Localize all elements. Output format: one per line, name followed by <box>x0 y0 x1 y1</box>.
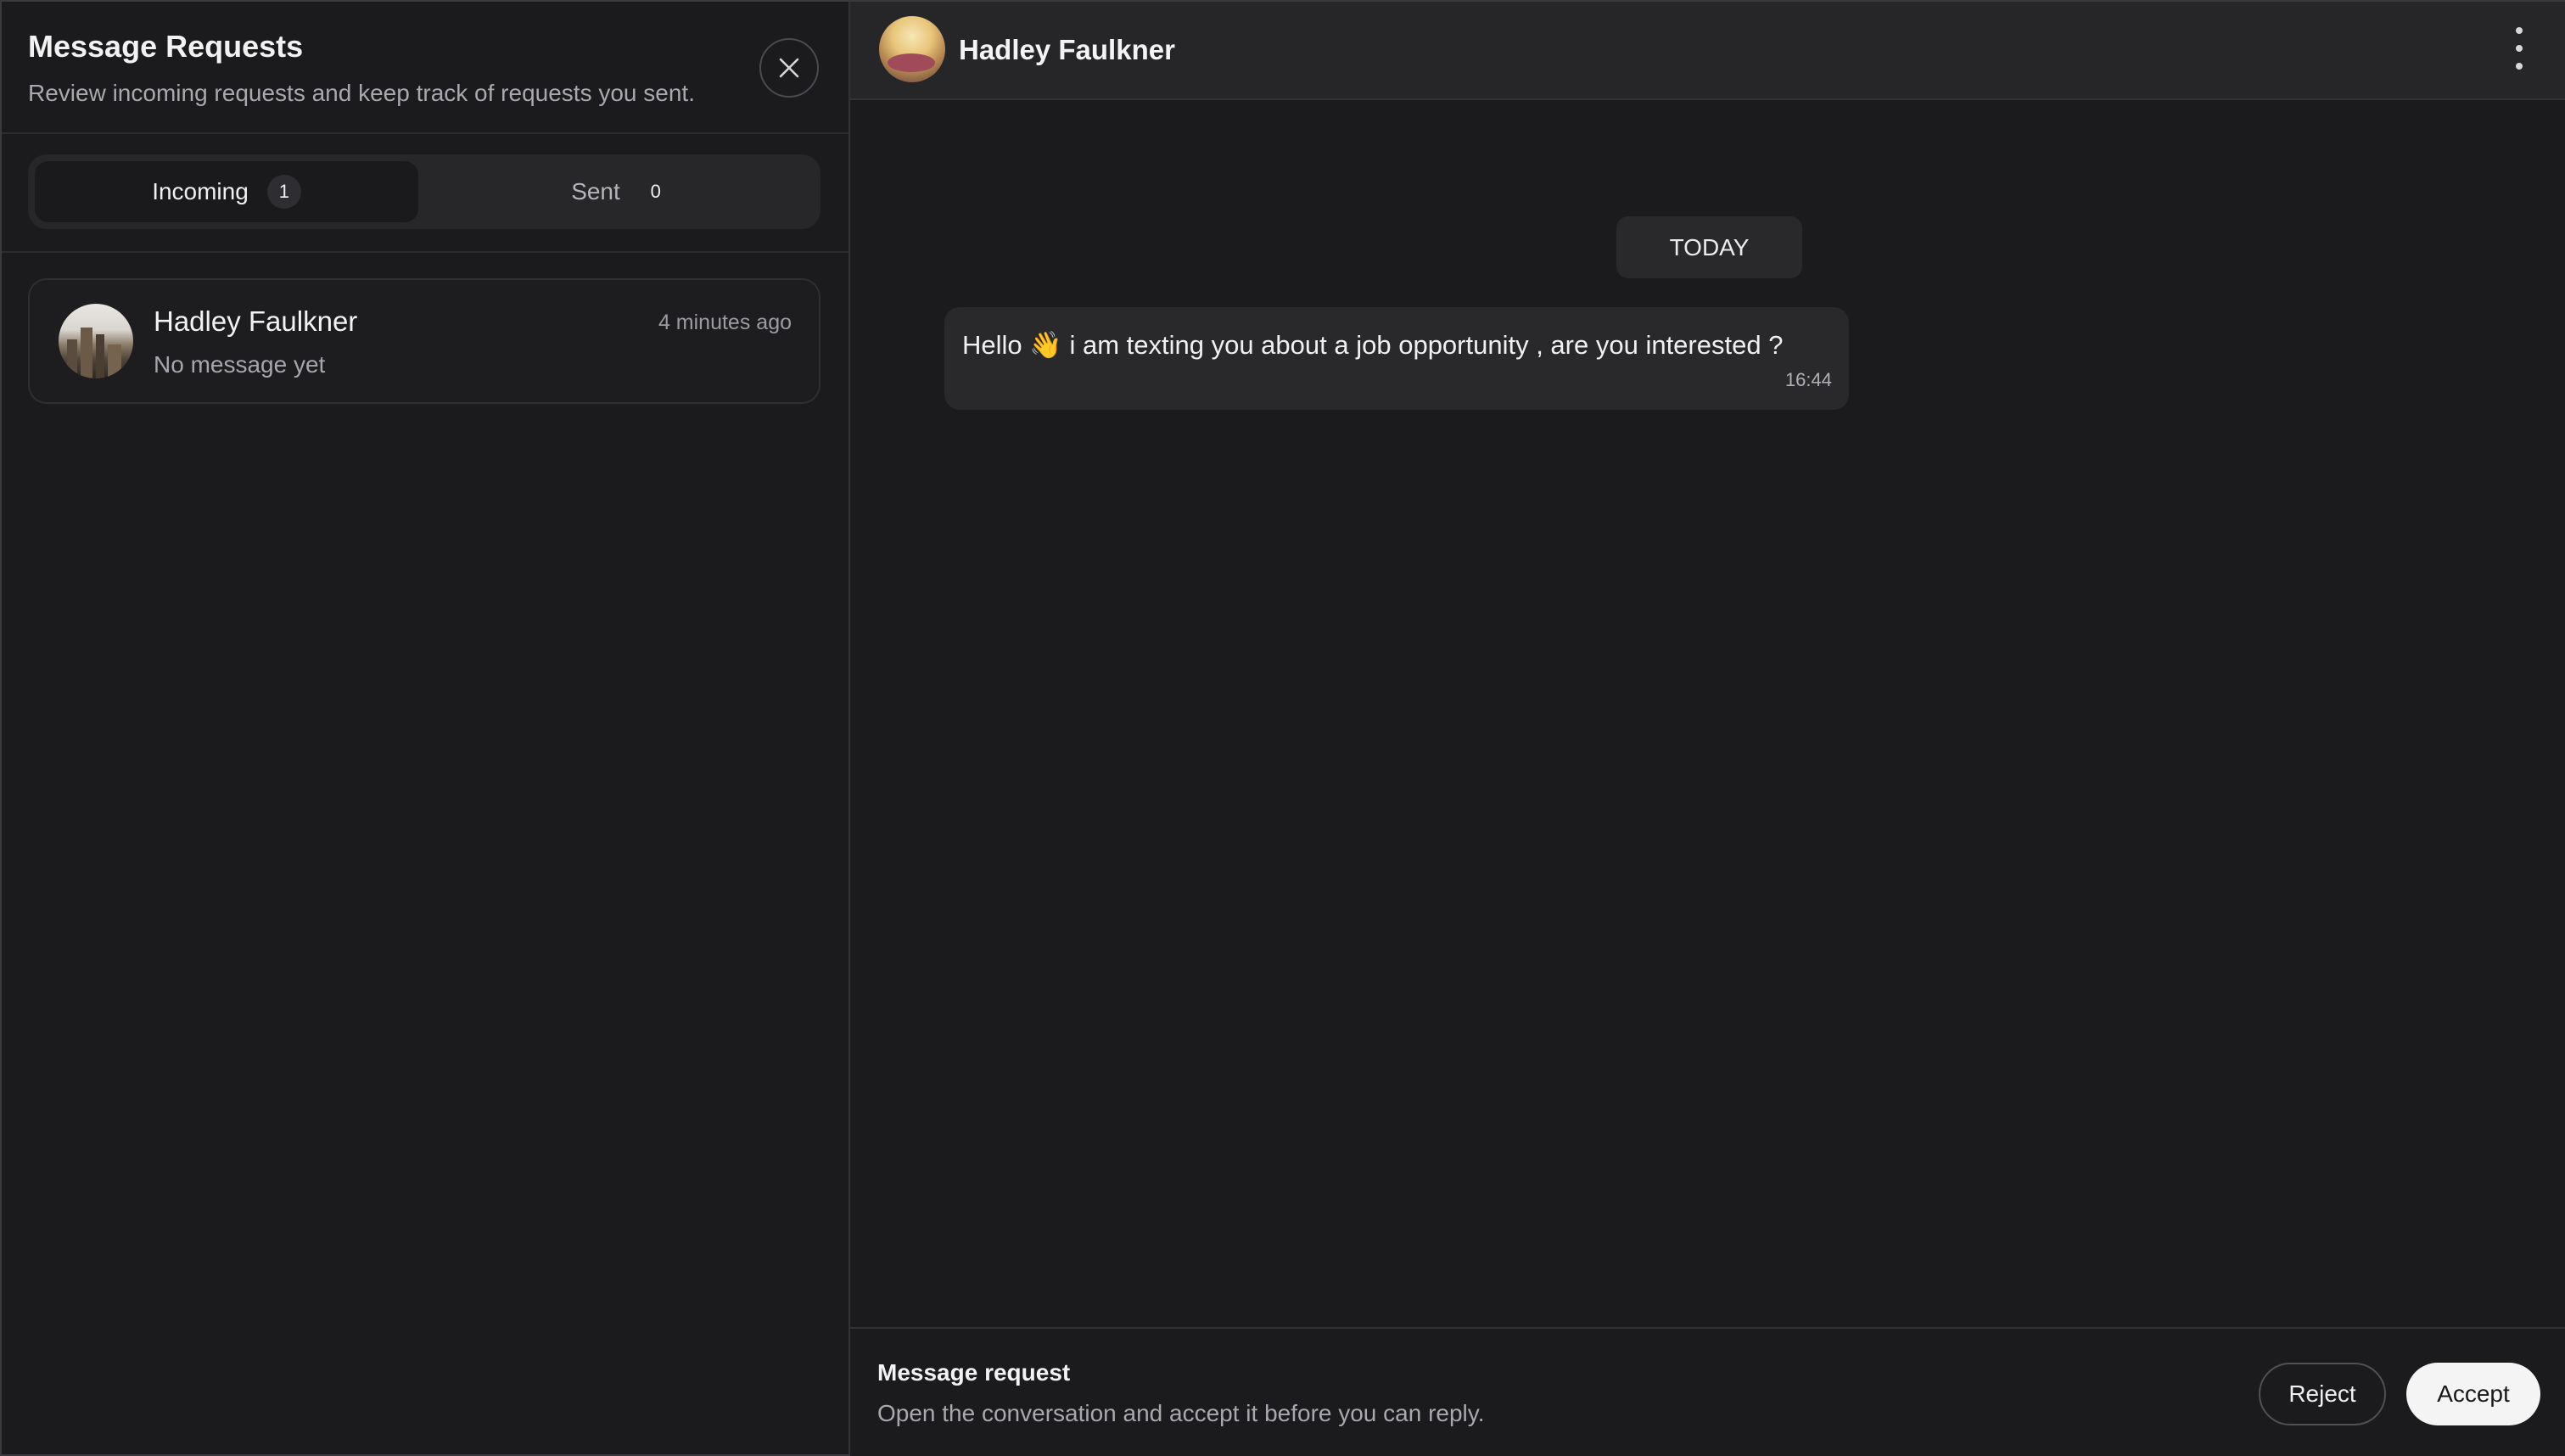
accept-button[interactable]: Accept <box>2406 1363 2540 1425</box>
footer-title: Message request <box>877 1359 1071 1386</box>
request-list-item[interactable]: Hadley Faulkner 4 minutes ago No message… <box>28 278 820 404</box>
tabs-section: Incoming 1 Sent 0 <box>2 134 848 253</box>
tab-sent-label: Sent <box>571 178 620 204</box>
message-bubble: Hello 👋 i am texting you about a job opp… <box>944 307 1849 410</box>
request-timestamp: 4 minutes ago <box>658 311 792 334</box>
tab-incoming-label: Incoming <box>152 178 249 204</box>
close-button[interactable] <box>759 38 819 98</box>
message-text: Hello 👋 i am texting you about a job opp… <box>962 330 1784 360</box>
tab-sent[interactable]: Sent 0 <box>430 161 814 222</box>
avatar <box>59 304 133 378</box>
message-time: 16:44 <box>1784 369 1832 390</box>
requests-header: Message Requests Review incoming request… <box>2 2 848 134</box>
request-footer: Message request Open the conversation an… <box>850 1327 2565 1456</box>
chat-header: Hadley Faulkner <box>850 2 2565 100</box>
close-icon <box>779 58 799 78</box>
tab-incoming-count: 1 <box>266 175 301 209</box>
panel-title: Message Requests <box>28 29 304 64</box>
footer-description: Open the conversation and accept it befo… <box>877 1400 1485 1426</box>
conversation-panel: Hadley Faulkner TODAY Hello 👋 i am texti… <box>850 2 2565 1456</box>
tab-sent-count: 0 <box>650 181 661 202</box>
date-separator: TODAY <box>1616 216 1802 278</box>
reject-button[interactable]: Reject <box>2259 1363 2386 1425</box>
more-vertical-icon[interactable] <box>2512 27 2526 70</box>
request-preview: No message yet <box>154 351 326 378</box>
requests-panel: Message Requests Review incoming request… <box>2 2 850 1454</box>
avatar[interactable] <box>879 16 945 82</box>
app-window: Message Requests Review incoming request… <box>0 0 2565 1456</box>
tab-incoming[interactable]: Incoming 1 <box>35 161 418 222</box>
request-sender-name: Hadley Faulkner <box>154 305 358 337</box>
request-tabs: Incoming 1 Sent 0 <box>28 154 820 229</box>
panel-subtitle: Review incoming requests and keep track … <box>28 80 695 106</box>
contact-name[interactable]: Hadley Faulkner <box>959 34 1175 66</box>
